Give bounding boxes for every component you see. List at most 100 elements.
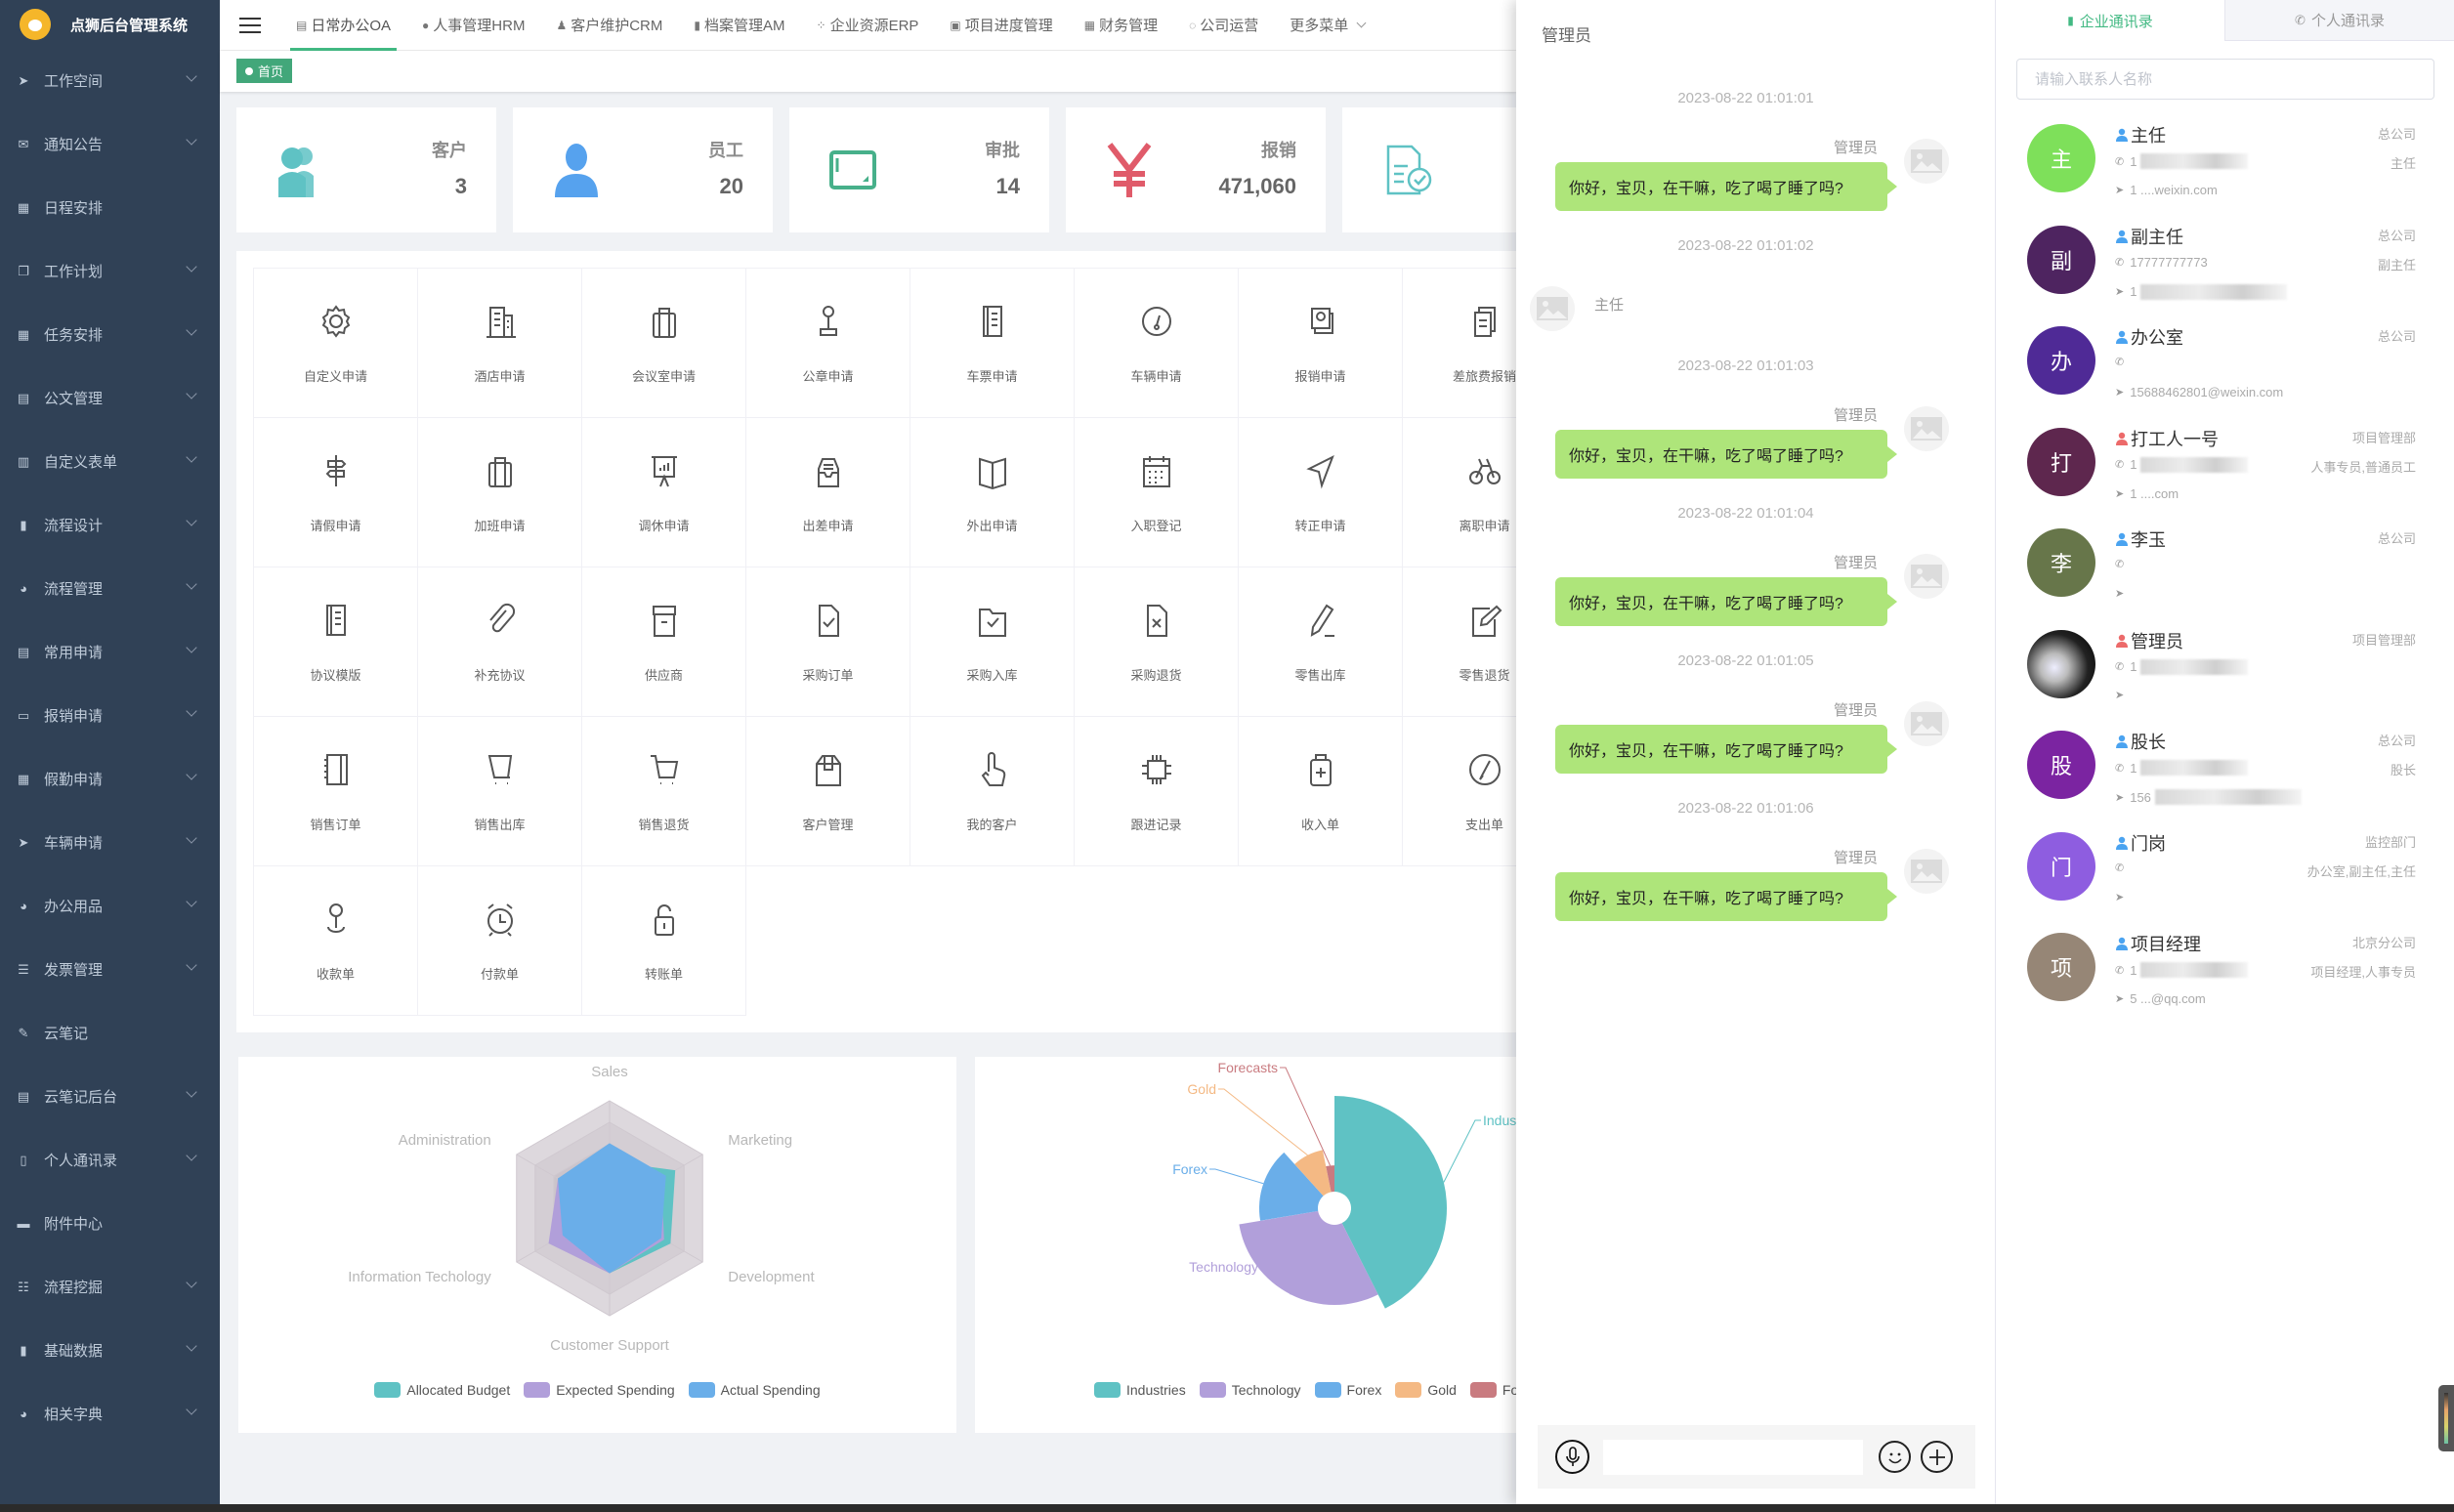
stat-card[interactable]: 客户 3 [236, 107, 496, 232]
shortcut-notebook[interactable]: 销售订单 [253, 716, 418, 866]
shortcut-box[interactable]: 客户管理 [745, 716, 910, 866]
shortcut-paperclip[interactable]: 补充协议 [417, 567, 582, 717]
shortcut-briefcase[interactable]: 加班申请 [417, 417, 582, 567]
legend-item[interactable]: Gold [1395, 1382, 1457, 1398]
avatar-placeholder-icon[interactable] [1904, 849, 1949, 894]
more-menu-dropdown[interactable]: 更多菜单 [1274, 0, 1380, 51]
sidebar-item[interactable]: ➤ 工作空间 [0, 49, 220, 112]
stat-card[interactable]: 报销 471,060 [1066, 107, 1326, 232]
contact-item[interactable]: 主主任 ✆ 1 ➤ 1 ....weixin.com 总公司 主任 [1996, 124, 2454, 226]
sidebar-item[interactable]: ▥ 自定义表单 [0, 430, 220, 493]
shortcut-presentation[interactable]: 调休申请 [581, 417, 746, 567]
avatar-placeholder-icon[interactable] [1904, 554, 1949, 599]
chat-message-input[interactable] [1603, 1439, 1863, 1475]
contact-item[interactable]: 项项目经理 ✆ 1 ➤ 5 ...@qq.com 北京分公司 项目经理,人事专员 [1996, 933, 2454, 1034]
legend-item[interactable]: Allocated Budget [374, 1382, 510, 1398]
shortcut-money[interactable]: 报销申请 [1238, 268, 1403, 418]
avatar-placeholder-icon[interactable] [1904, 406, 1949, 451]
shortcut-stamp[interactable]: 公章申请 [745, 268, 910, 418]
shortcut-hand[interactable]: 我的客户 [910, 716, 1075, 866]
sidebar-item[interactable]: ▤ 云笔记后台 [0, 1065, 220, 1128]
shortcut-unlock[interactable]: 转账单 [581, 865, 746, 1016]
hamburger-icon[interactable] [239, 17, 261, 33]
shortcut-file-x[interactable]: 采购退货 [1074, 567, 1239, 717]
side-scroll-widget[interactable] [2438, 1385, 2454, 1451]
sidebar-item[interactable]: ✉ 通知公告 [0, 112, 220, 176]
microphone-icon[interactable] [1555, 1440, 1589, 1474]
sidebar-item[interactable]: ☷ 流程挖掘 [0, 1255, 220, 1319]
contact-item[interactable]: 副副主任 ✆ 17777777773 ➤ 1 总公司 副主任 [1996, 225, 2454, 327]
module-tab[interactable]: ⁘ 企业资源ERP [801, 0, 935, 51]
shortcut-bottle-plus[interactable]: 收入单 [1238, 716, 1403, 866]
message-bubble[interactable]: 你好，宝贝，在干嘛，吃了喝了睡了吗? [1555, 872, 1897, 921]
avatar-placeholder-icon[interactable] [1530, 286, 1575, 331]
module-tab[interactable]: ▮ 档案管理AM [678, 0, 800, 51]
shortcut-book-open[interactable]: 外出申请 [910, 417, 1075, 567]
plus-icon[interactable] [1921, 1441, 1953, 1473]
module-tab[interactable]: ◌ 公司运营 [1173, 0, 1274, 51]
shortcut-pin[interactable]: 收款单 [253, 865, 418, 1016]
contact-item[interactable]: 办 办公室 ✆ ➤ 15688462801@weixin.com 总公司 [1996, 326, 2454, 428]
module-tab[interactable]: ● 人事管理HRM [406, 0, 540, 51]
tag-home[interactable]: 首页 [236, 59, 293, 83]
avatar-placeholder-icon[interactable] [1904, 139, 1949, 184]
sidebar-item[interactable]: ▦ 日程安排 [0, 176, 220, 239]
sidebar-item[interactable]: ▯ 个人通讯录 [0, 1128, 220, 1192]
shortcut-building[interactable]: 酒店申请 [417, 268, 582, 418]
shortcut-navigate[interactable]: 转正申请 [1238, 417, 1403, 567]
sidebar-item[interactable]: ▦ 假勤申请 [0, 747, 220, 811]
legend-item[interactable]: Forecasts [1469, 1382, 1522, 1398]
avatar-placeholder-icon[interactable] [1904, 701, 1949, 746]
contact-item[interactable]: 打打工人一号 ✆ 1 ➤ 1 ....com 项目管理部 人事专员,普通员工 [1996, 427, 2454, 529]
stat-card[interactable]: 审批 14 [789, 107, 1049, 232]
shortcut-gauge[interactable]: 车辆申请 [1074, 268, 1239, 418]
tab-enterprise-contacts[interactable]: ▮ 企业通讯录 [1996, 0, 2224, 41]
module-tab[interactable]: ♟ 客户维护CRM [540, 0, 678, 51]
shortcut-archive[interactable]: 供应商 [581, 567, 746, 717]
shortcut-calendar[interactable]: 入职登记 [1074, 417, 1239, 567]
shortcut-inbox[interactable]: 出差申请 [745, 417, 910, 567]
sidebar-item[interactable]: ▬ 附件中心 [0, 1192, 220, 1255]
shortcut-ticket[interactable]: 协议模版 [253, 567, 418, 717]
shortcut-cart-flat[interactable]: 销售出库 [417, 716, 582, 866]
tab-personal-contacts[interactable]: ✆ 个人通讯录 [2224, 0, 2454, 41]
sidebar-item[interactable]: ▮ 流程设计 [0, 493, 220, 557]
shortcut-briefcase[interactable]: 会议室申请 [581, 268, 746, 418]
sidebar-item[interactable]: ☰ 发票管理 [0, 938, 220, 1001]
shortcut-file-check[interactable]: 采购订单 [745, 567, 910, 717]
shortcut-pencil[interactable]: 零售出库 [1238, 567, 1403, 717]
sidebar-item[interactable]: ▮ 基础数据 [0, 1319, 220, 1382]
legend-item[interactable]: Expected Spending [524, 1382, 675, 1398]
sidebar-item[interactable]: ▤ 常用申请 [0, 620, 220, 684]
shortcut-gear[interactable]: 自定义申请 [253, 268, 418, 418]
sidebar-item[interactable]: ✎ 云笔记 [0, 1001, 220, 1065]
stat-card[interactable]: 员工 20 [513, 107, 773, 232]
sidebar-item[interactable]: ▭ 报销申请 [0, 684, 220, 747]
shortcut-cart[interactable]: 销售退货 [581, 716, 746, 866]
sidebar-item[interactable]: ◕ 办公用品 [0, 874, 220, 938]
contact-item[interactable]: 股股长 ✆ 1 ➤ 156 总公司 股长 [1996, 731, 2454, 832]
legend-item[interactable]: Forex [1314, 1382, 1381, 1398]
shortcut-chip[interactable]: 跟进记录 [1074, 716, 1239, 866]
message-bubble[interactable]: 你好，宝贝，在干嘛，吃了喝了睡了吗? [1555, 725, 1897, 774]
sidebar-item[interactable]: ▦ 任务安排 [0, 303, 220, 366]
module-tab[interactable]: ▤ 日常办公OA [280, 0, 406, 51]
sidebar-item[interactable]: ◕ 相关字典 [0, 1382, 220, 1446]
shortcut-alarm[interactable]: 付款单 [417, 865, 582, 1016]
contact-search-input[interactable] [2016, 59, 2434, 100]
sidebar-item[interactable]: ◕ 流程管理 [0, 557, 220, 620]
contact-item[interactable]: 李 李玉 ✆ ➤ 总公司 [1996, 528, 2454, 630]
sidebar-item[interactable]: ❐ 工作计划 [0, 239, 220, 303]
shortcut-folder-check[interactable]: 采购入库 [910, 567, 1075, 717]
message-bubble[interactable]: 你好，宝贝，在干嘛，吃了喝了睡了吗? [1555, 162, 1897, 211]
brand[interactable]: 点狮后台管理系统 [0, 0, 220, 49]
module-tab[interactable]: ▦ 财务管理 [1069, 0, 1173, 51]
module-tab[interactable]: ▣ 项目进度管理 [934, 0, 1068, 51]
legend-item[interactable]: Actual Spending [688, 1382, 821, 1398]
legend-item[interactable]: Technology [1199, 1382, 1301, 1398]
message-bubble[interactable]: 你好，宝贝，在干嘛，吃了喝了睡了吗? [1555, 430, 1897, 479]
shortcut-ticket[interactable]: 车票申请 [910, 268, 1075, 418]
contact-item[interactable]: 管理员 ✆ 1 ➤ 项目管理部 [1996, 629, 2454, 732]
shortcut-signpost[interactable]: 请假申请 [253, 417, 418, 567]
sidebar-item[interactable]: ➤ 车辆申请 [0, 811, 220, 874]
